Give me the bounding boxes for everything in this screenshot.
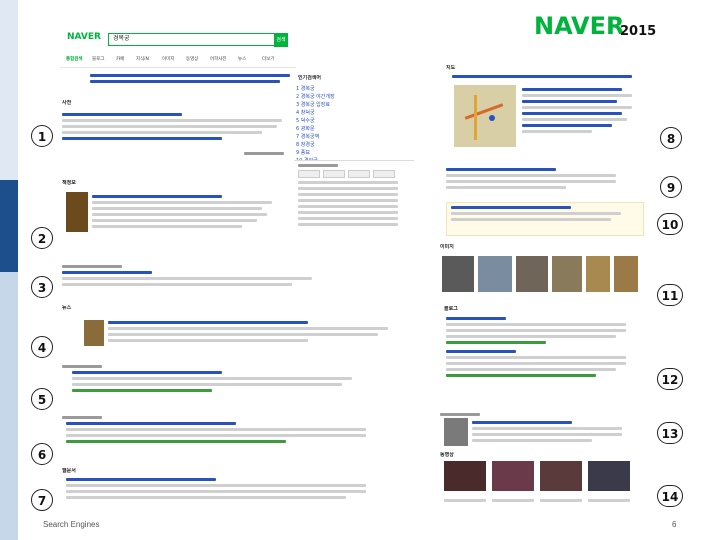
header-brand-logo: NAVER — [534, 12, 625, 40]
callout-9: 9 — [660, 176, 682, 198]
video-section: 동영상 — [440, 452, 660, 516]
tab-integrated[interactable]: 통합검색 — [66, 56, 83, 63]
related-search-strip — [62, 71, 292, 91]
news-card-thumb[interactable] — [444, 418, 468, 446]
image-thumb[interactable] — [516, 256, 548, 292]
tab-video[interactable]: 동영상 — [186, 56, 198, 63]
image-thumb[interactable] — [614, 256, 638, 292]
realtime-item[interactable]: 4 창덕궁 — [296, 109, 414, 117]
news-title: 뉴스 — [62, 305, 72, 311]
left-color-strip — [0, 0, 18, 540]
video-thumb[interactable] — [588, 461, 630, 491]
callout-2: 2 — [31, 227, 53, 249]
header-year: 2015 — [620, 24, 657, 39]
map-section: 지도 — [446, 65, 642, 157]
blog-section: 블로그 — [444, 306, 640, 406]
callout-3: 3 — [31, 276, 53, 298]
search-tabs: 통합검색 블로그 카페 지식iN 이미지 동영상 어학사전 뉴스 더보기 — [66, 56, 296, 64]
web-title: 웹문서 — [62, 468, 76, 474]
realtime-item[interactable]: 1 경복궁 — [296, 85, 414, 93]
realtime-item[interactable]: 6 광화문 — [296, 125, 414, 133]
tab-news[interactable]: 뉴스 — [238, 56, 246, 63]
callout-8: 8 — [660, 127, 682, 149]
callout-5: 5 — [31, 388, 53, 410]
realtime-list: 1 경복궁 2 경복궁 야간개장 3 경복궁 입장료 4 창덕궁 5 덕수궁 6… — [294, 85, 414, 165]
search-query-text: 경복궁 — [113, 35, 130, 42]
tab-more[interactable]: 더보기 — [262, 56, 274, 63]
callout-6: 6 — [31, 443, 53, 465]
image-thumb[interactable] — [478, 256, 512, 292]
image-section: 이미지 — [440, 244, 640, 296]
book-section: 책정보 — [62, 180, 292, 250]
image-thumb[interactable] — [552, 256, 582, 292]
realtime-item[interactable]: 7 경복궁역 — [296, 133, 414, 141]
callout-1: 1 — [31, 125, 53, 147]
search-input[interactable]: 경복궁 — [108, 33, 276, 46]
realtime-title: 인기검색어 — [298, 75, 322, 81]
screenshot-naver-logo: NAVER — [67, 32, 101, 42]
realtime-item[interactable]: 5 덕수궁 — [296, 117, 414, 125]
web-result-section-3 — [62, 413, 412, 461]
video-thumb[interactable] — [444, 461, 486, 491]
footer-title: Search Engines — [43, 520, 100, 529]
tab-dictionary[interactable]: 어학사전 — [210, 56, 227, 63]
map-image[interactable] — [454, 85, 516, 147]
callout-11: 11 — [657, 284, 683, 306]
callout-13: 13 — [657, 422, 683, 444]
callout-4: 4 — [31, 336, 53, 358]
book-title: 책정보 — [62, 180, 76, 186]
news-card-section — [440, 410, 636, 450]
footer-page-number: 6 — [672, 520, 677, 529]
realtime-item[interactable]: 3 경복궁 입장료 — [296, 101, 414, 109]
tab-blog[interactable]: 블로그 — [92, 56, 104, 63]
tab-cafe[interactable]: 카페 — [116, 56, 124, 63]
video-title: 동영상 — [440, 452, 454, 458]
callout-14: 14 — [657, 485, 683, 507]
tab-kin[interactable]: 지식iN — [136, 56, 149, 63]
video-thumb[interactable] — [540, 461, 582, 491]
web-result-section-4: 웹문서 — [62, 468, 412, 514]
map-title: 지도 — [446, 65, 456, 71]
blog-title: 블로그 — [444, 306, 458, 312]
callout-12: 12 — [657, 368, 683, 390]
images-title: 이미지 — [440, 244, 454, 250]
dictionary-title: 사전 — [62, 100, 72, 106]
news-section — [62, 262, 412, 296]
ad-result-section — [446, 202, 644, 236]
realtime-item[interactable]: 8 창경궁 — [296, 141, 414, 149]
video-thumb[interactable] — [492, 461, 534, 491]
web-result-section-2 — [62, 362, 412, 404]
callout-7: 7 — [31, 489, 53, 511]
search-header-panel: NAVER 경복궁 검색 통합검색 블로그 카페 지식iN 이미지 동영상 어학… — [60, 25, 296, 68]
web-result-section-1: 뉴스 — [62, 305, 412, 355]
news-thumbnail[interactable] — [84, 320, 104, 346]
realtime-item[interactable]: 9 종묘 — [296, 149, 414, 157]
dictionary-section: 사전 — [62, 100, 292, 170]
search-button[interactable]: 검색 — [274, 33, 288, 47]
image-thumb[interactable] — [442, 256, 474, 292]
realtime-item[interactable]: 2 경복궁 야간개장 — [296, 93, 414, 101]
callout-10: 10 — [657, 213, 683, 235]
book-cover-image[interactable] — [66, 192, 88, 232]
image-thumb[interactable] — [586, 256, 610, 292]
site-result-section — [446, 165, 642, 197]
tab-image[interactable]: 이미지 — [162, 56, 174, 63]
ranking-box — [294, 160, 414, 251]
